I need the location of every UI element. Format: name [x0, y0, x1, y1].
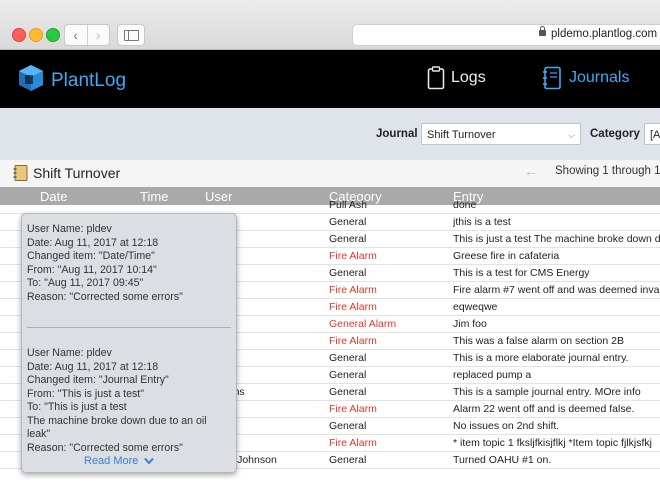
history-line: Reason: "Corrected some errors" — [27, 290, 183, 303]
browser-toolbar: ‹ › pldemo.plantlog.com — [0, 0, 660, 50]
cell-category: Fire Alarm — [329, 284, 377, 296]
history-line: Changed item: "Journal Entry" — [27, 374, 169, 386]
category-select[interactable]: [Al — [644, 123, 660, 145]
pagination-status: Showing 1 through 10 — [555, 165, 660, 177]
cell-category: General — [329, 386, 367, 398]
history-divider — [27, 327, 231, 328]
journal-icon — [543, 66, 561, 90]
chevron-down-icon: ⌵ — [568, 130, 575, 140]
plantlog-logo-icon — [19, 65, 43, 91]
cell-category: General — [329, 454, 367, 466]
cell-entry: This was a false alarm on section 2B — [453, 335, 624, 347]
back-icon[interactable]: ‹ — [65, 25, 87, 45]
address-bar[interactable]: pldemo.plantlog.com — [352, 24, 660, 46]
history-line: The machine broke down due to an oil — [27, 414, 207, 427]
history-line: Changed item: "Date/Time" — [27, 250, 155, 262]
history-line: User Name: pldev — [27, 347, 112, 359]
cell-entry: Alarm 22 went off and is deemed false. — [453, 403, 635, 415]
forward-icon[interactable]: › — [86, 25, 110, 45]
cell-entry: Jim foo — [453, 318, 487, 330]
lock-icon — [539, 26, 546, 36]
cell-category: General — [329, 352, 367, 364]
url-text: pldemo.plantlog.com — [551, 28, 658, 40]
cell-entry: jthis is a test — [453, 216, 511, 228]
sidebar-toggle-button[interactable] — [117, 24, 145, 46]
read-more-link[interactable]: Read More — [84, 455, 155, 467]
journal-select[interactable]: Shift Turnover ⌵ — [421, 123, 581, 145]
cell-category: Fire Alarm — [329, 250, 377, 262]
cell-entry: No issues on 2nd shift. — [453, 420, 560, 432]
cell-entry: Greese fire in cafateria — [453, 250, 560, 262]
cell-category: Fire Alarm — [329, 403, 377, 415]
journal-book-icon — [13, 165, 28, 181]
history-line: User Name: pldev — [27, 223, 112, 235]
history-line: Date: Aug 11, 2017 at 12:18 — [27, 360, 159, 373]
cell-category: General — [329, 369, 367, 381]
minimize-window-button[interactable] — [29, 28, 43, 42]
journal-select-value: Shift Turnover — [427, 129, 496, 141]
cell-entry: This is a sample journal entry. MOre inf… — [453, 386, 641, 398]
zoom-window-button[interactable] — [46, 28, 60, 42]
history-line: From: "This is just a test" — [27, 387, 145, 400]
cell-category: General — [329, 420, 367, 432]
cell-category: General — [329, 267, 367, 279]
cell-category: General — [329, 233, 367, 245]
filter-bar: Journal Shift Turnover ⌵ Category [Al — [0, 108, 660, 160]
close-window-button[interactable] — [12, 28, 26, 42]
history-line: To: "Aug 11, 2017 09:45" — [27, 277, 144, 289]
history-line: leak" — [27, 428, 51, 440]
journal-filter-label: Journal — [376, 128, 418, 140]
cell-entry: Turned OAHU #1 on. — [453, 454, 552, 466]
prev-page-arrow-icon[interactable]: ← — [524, 163, 538, 179]
category-filter-label: Category — [590, 128, 640, 140]
cell-entry: done — [453, 199, 477, 211]
history-line: From: "Aug 11, 2017 10:14" — [27, 263, 157, 276]
cell-category: General — [329, 216, 367, 228]
cell-entry: replaced pump a — [453, 369, 532, 381]
cell-category: Pull Ash — [329, 199, 367, 211]
title-row: Shift Turnover ← Showing 1 through 10 — [0, 160, 660, 187]
category-select-value: [Al — [650, 129, 660, 141]
nav-logs-label: Logs — [451, 69, 486, 86]
cell-entry: This is just a test The machine broke do… — [453, 233, 660, 245]
nav-logs[interactable]: Logs — [427, 66, 486, 90]
nav-journals-label: Journals — [569, 69, 630, 86]
nav-journals[interactable]: Journals — [542, 66, 629, 90]
cell-entry: This is a test for CMS Energy — [453, 267, 590, 279]
cell-entry: * item topic 1 fksljfkisjflkj *Item topi… — [453, 437, 652, 449]
cell-category: Fire Alarm — [329, 301, 377, 313]
cell-category: Fire Alarm — [329, 335, 377, 347]
clipboard-icon — [427, 66, 445, 90]
chevron-down-icon — [144, 457, 155, 465]
change-history-popup: User Name: pldev Date: Aug 11, 2017 at 12… — [21, 213, 237, 473]
table-row[interactable]: Pull Ash done — [0, 196, 660, 214]
history-line: Date: Aug 11, 2017 at 12:18 — [27, 236, 159, 249]
cell-category: Fire Alarm — [329, 437, 377, 449]
history-line: To: "This is just a test — [27, 401, 127, 413]
logo-text[interactable]: PlantLog — [51, 70, 126, 92]
page-title: Shift Turnover — [33, 165, 121, 181]
cell-entry: Fire alarm #7 went off and was deemed in… — [453, 284, 660, 296]
history-line: Reason: "Corrected some errors" — [27, 441, 183, 454]
cell-category: General Alarm — [329, 318, 397, 330]
cell-entry: This is a more elaborate journal entry. — [453, 352, 629, 364]
history-nav: ‹ › — [64, 24, 110, 46]
read-more-label: Read More — [84, 455, 139, 467]
app-header: PlantLog Logs Journals — [0, 50, 660, 108]
sidebar-icon — [124, 30, 139, 41]
cell-entry: eqweqwe — [453, 301, 498, 313]
